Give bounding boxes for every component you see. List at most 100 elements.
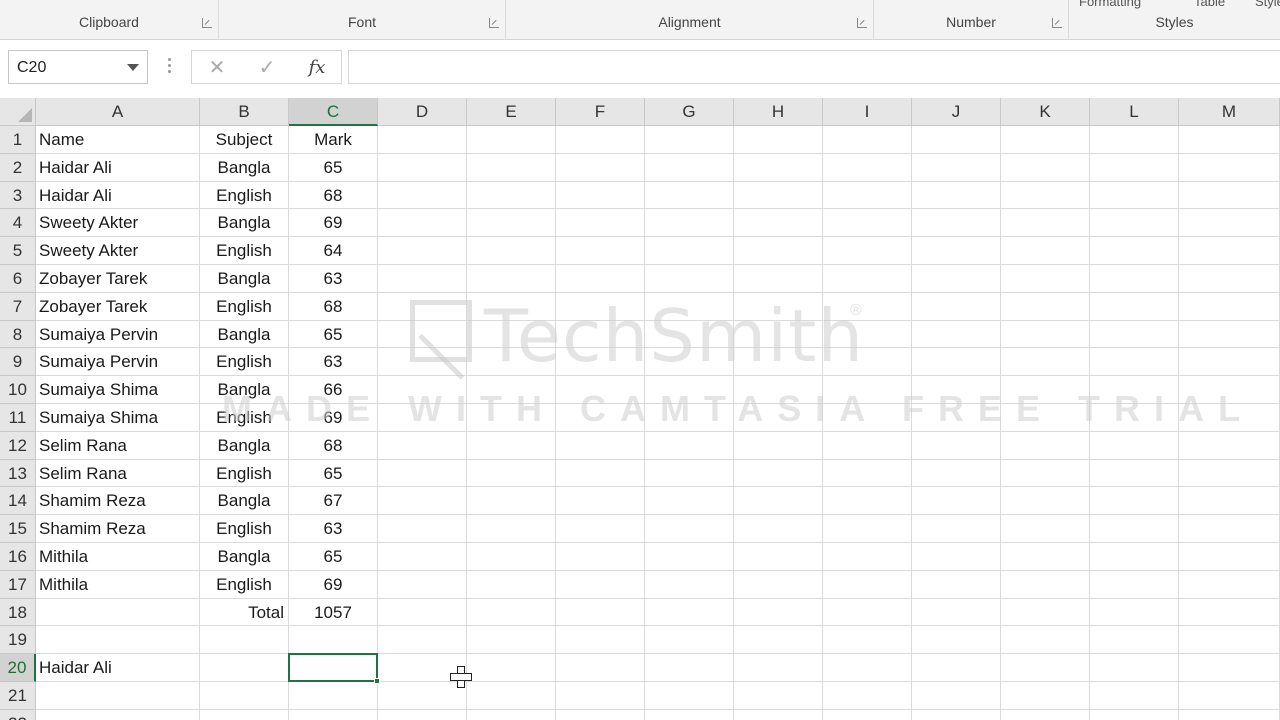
cell-l3[interactable] xyxy=(1090,181,1179,210)
cell-g2[interactable] xyxy=(645,153,734,182)
cell-i7[interactable] xyxy=(823,292,912,321)
cell-c6[interactable]: 63 xyxy=(289,265,378,293)
cell-h13[interactable] xyxy=(734,459,823,488)
cell-f21[interactable] xyxy=(556,682,645,710)
cell-d2[interactable] xyxy=(378,153,467,182)
cell-d15[interactable] xyxy=(378,515,467,543)
column-header-a[interactable]: A xyxy=(36,98,200,126)
cell-k5[interactable] xyxy=(1001,237,1090,265)
cell-k2[interactable] xyxy=(1001,153,1090,182)
row-header-13[interactable]: 13 xyxy=(0,459,36,488)
cell-m2[interactable] xyxy=(1179,153,1280,182)
cell-h4[interactable] xyxy=(734,209,823,238)
cell-g4[interactable] xyxy=(645,209,734,238)
cell-d10[interactable] xyxy=(378,376,467,404)
cell-h22[interactable] xyxy=(734,709,823,720)
cell-l17[interactable] xyxy=(1090,570,1179,599)
cell-a21[interactable] xyxy=(36,682,200,710)
cell-d22[interactable] xyxy=(378,709,467,720)
cell-h10[interactable] xyxy=(734,376,823,404)
cell-e12[interactable] xyxy=(467,431,556,460)
cell-b21[interactable] xyxy=(200,682,289,710)
cell-d7[interactable] xyxy=(378,292,467,321)
cell-c13[interactable]: 65 xyxy=(289,459,378,488)
cell-j16[interactable] xyxy=(912,543,1001,571)
cell-j20[interactable] xyxy=(912,654,1001,682)
cell-l14[interactable] xyxy=(1090,487,1179,516)
cell-h14[interactable] xyxy=(734,487,823,516)
row-header-18[interactable]: 18 xyxy=(0,598,36,627)
cell-k1[interactable] xyxy=(1001,126,1090,154)
cell-c4[interactable]: 69 xyxy=(289,209,378,238)
cell-a13[interactable]: Selim Rana xyxy=(36,459,200,488)
column-header-d[interactable]: D xyxy=(378,98,467,126)
cell-h3[interactable] xyxy=(734,181,823,210)
cell-b11[interactable]: English xyxy=(200,404,289,432)
cell-b3[interactable]: English xyxy=(200,181,289,210)
cell-f19[interactable] xyxy=(556,626,645,655)
cell-d16[interactable] xyxy=(378,543,467,571)
cell-c3[interactable]: 68 xyxy=(289,181,378,210)
cell-b13[interactable]: English xyxy=(200,459,289,488)
cell-k11[interactable] xyxy=(1001,404,1090,432)
cell-b14[interactable]: Bangla xyxy=(200,487,289,516)
cell-h20[interactable] xyxy=(734,654,823,682)
cell-i4[interactable] xyxy=(823,209,912,238)
cell-i12[interactable] xyxy=(823,431,912,460)
cell-g17[interactable] xyxy=(645,570,734,599)
cell-m1[interactable] xyxy=(1179,126,1280,154)
cell-k14[interactable] xyxy=(1001,487,1090,516)
cell-j19[interactable] xyxy=(912,626,1001,655)
cell-m15[interactable] xyxy=(1179,515,1280,543)
cell-m7[interactable] xyxy=(1179,292,1280,321)
cell-m19[interactable] xyxy=(1179,626,1280,655)
cell-m9[interactable] xyxy=(1179,348,1280,377)
cell-e21[interactable] xyxy=(467,682,556,710)
cell-i15[interactable] xyxy=(823,515,912,543)
cell-h16[interactable] xyxy=(734,543,823,571)
cell-c10[interactable]: 66 xyxy=(289,376,378,404)
cell-j6[interactable] xyxy=(912,265,1001,293)
cell-k21[interactable] xyxy=(1001,682,1090,710)
cell-i5[interactable] xyxy=(823,237,912,265)
cell-f5[interactable] xyxy=(556,237,645,265)
cell-h2[interactable] xyxy=(734,153,823,182)
cell-c5[interactable]: 64 xyxy=(289,237,378,265)
cell-d5[interactable] xyxy=(378,237,467,265)
cell-f14[interactable] xyxy=(556,487,645,516)
cell-a1[interactable]: Name xyxy=(36,126,200,154)
cell-d18[interactable] xyxy=(378,598,467,627)
cell-j11[interactable] xyxy=(912,404,1001,432)
cell-i17[interactable] xyxy=(823,570,912,599)
cell-f10[interactable] xyxy=(556,376,645,404)
cell-l18[interactable] xyxy=(1090,598,1179,627)
cell-a11[interactable]: Sumaiya Shima xyxy=(36,404,200,432)
cell-g22[interactable] xyxy=(645,709,734,720)
row-header-12[interactable]: 12 xyxy=(0,431,36,460)
cell-m18[interactable] xyxy=(1179,598,1280,627)
cell-d1[interactable] xyxy=(378,126,467,154)
cell-a8[interactable]: Sumaiya Pervin xyxy=(36,320,200,349)
cell-e20[interactable] xyxy=(467,654,556,682)
cell-f3[interactable] xyxy=(556,181,645,210)
cell-j21[interactable] xyxy=(912,682,1001,710)
cell-a10[interactable]: Sumaiya Shima xyxy=(36,376,200,404)
cell-f13[interactable] xyxy=(556,459,645,488)
cell-c19[interactable] xyxy=(289,626,378,655)
cell-l4[interactable] xyxy=(1090,209,1179,238)
cell-f22[interactable] xyxy=(556,709,645,720)
row-header-4[interactable]: 4 xyxy=(0,209,36,238)
cell-i13[interactable] xyxy=(823,459,912,488)
cell-f1[interactable] xyxy=(556,126,645,154)
cell-f7[interactable] xyxy=(556,292,645,321)
cell-l8[interactable] xyxy=(1090,320,1179,349)
name-box[interactable]: C20 xyxy=(8,50,148,84)
cell-i18[interactable] xyxy=(823,598,912,627)
cell-a7[interactable]: Zobayer Tarek xyxy=(36,292,200,321)
cell-j3[interactable] xyxy=(912,181,1001,210)
cell-a17[interactable]: Mithila xyxy=(36,570,200,599)
drag-handle-icon[interactable] xyxy=(168,58,171,76)
cell-k8[interactable] xyxy=(1001,320,1090,349)
cell-h6[interactable] xyxy=(734,265,823,293)
cell-b18[interactable]: Total xyxy=(200,598,289,627)
